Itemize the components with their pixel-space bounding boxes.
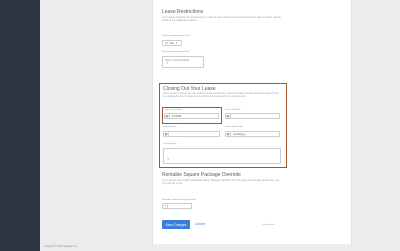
closing-section-title: Closing Out Your Lease <box>163 86 216 92</box>
lock-days-select[interactable]: 14 Day ▾ <box>162 40 182 46</box>
copyright-text: Copyright © 2024 Software Inc. <box>44 245 78 248</box>
renewal-date-label: Renewal Date <box>163 126 177 128</box>
chevron-down-icon: ▾ <box>175 41 178 45</box>
left-gutter <box>40 0 152 251</box>
lease-expire-date-value: mm/dd/yyyy <box>233 132 246 136</box>
app-sidebar <box>0 0 40 251</box>
closing-notes-textarea[interactable]: ✎ <box>163 148 281 164</box>
closing-section-help: When a lease is closed, use this section… <box>163 93 279 98</box>
lease-restrictions-title: Lease Restrictions <box>162 9 204 15</box>
sqft-override-help: If you need to enter a different Rentabl… <box>162 180 280 185</box>
lease-end-date-label: Lease End Date <box>225 109 241 111</box>
restriction-reason-textarea[interactable]: Hold in until dept lifting ✎ <box>162 56 204 68</box>
sqft-override-input[interactable]: ▭ <box>162 203 192 209</box>
lock-days-unit: Day <box>169 41 174 45</box>
calendar-icon: ▦ <box>226 114 231 118</box>
lock-days-label: Number of days to lock lease <box>162 35 191 37</box>
sqft-override-label: Rentable square footage (override) <box>162 199 196 201</box>
closing-notes-label: Closing Notes <box>163 143 177 145</box>
lease-restrictions-help: Lorem ipsum restriction text describing … <box>162 17 281 22</box>
edit-icon: ✎ <box>167 157 170 161</box>
lease-end-date-input[interactable]: ▦ <box>225 113 280 119</box>
renewal-date-input[interactable]: ▦ <box>163 131 220 137</box>
lease-expire-date-label: Lease Expire Date <box>225 126 243 128</box>
dollar-icon: ▭ <box>163 204 168 208</box>
restriction-reason-label: Restriction reason (optional) <box>162 51 190 53</box>
right-gutter <box>352 0 400 251</box>
lease-expire-date-input[interactable]: ▦ mm/dd/yyyy <box>225 131 280 137</box>
sqft-override-title: Rentable Square Package Override <box>162 172 241 178</box>
save-changes-button[interactable]: Save Changes <box>162 220 190 229</box>
calendar-icon: ▦ <box>164 132 169 136</box>
edit-icon: ✎ <box>166 61 169 65</box>
closed-date-highlight <box>162 107 222 124</box>
last-updated-note: Last updated <box>262 224 275 226</box>
cancel-link[interactable]: Cancel <box>195 222 205 226</box>
